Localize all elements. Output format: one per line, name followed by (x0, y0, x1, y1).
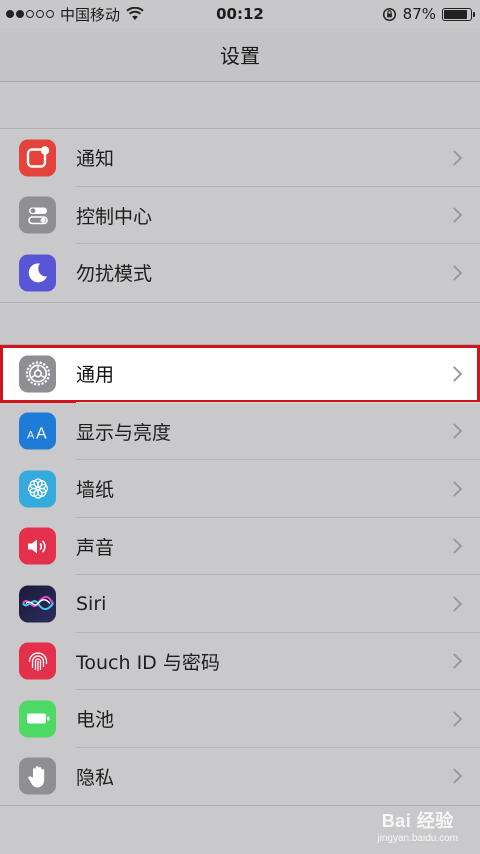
settings-item-touch-id-passcode[interactable]: Touch ID 与密码 (0, 633, 480, 690)
chevron-right-icon (446, 538, 463, 555)
moon-icon (19, 254, 56, 292)
display-brightness-icon: A A (19, 412, 56, 450)
battery-icon (19, 700, 56, 738)
settings-item-label: 控制中心 (76, 205, 153, 228)
fingerprint-icon (19, 642, 56, 680)
baidu-jingyan-watermark: Bai 经验 jingyan.baidu.com (377, 807, 458, 844)
control-center-icon (19, 196, 56, 234)
speaker-icon (19, 527, 56, 565)
chevron-right-icon (446, 149, 463, 166)
settings-item-do-not-disturb[interactable]: 勿扰模式 (0, 244, 480, 302)
svg-text:A: A (27, 429, 35, 441)
watermark-main: Bai 经验 (381, 811, 454, 831)
settings-screen: 中国移动 00:12 87% 设置 通知 控制中心 勿扰模式 通用 A A 显示… (0, 0, 480, 854)
settings-item-general[interactable]: 通用 (0, 345, 480, 403)
bottom-spacer: Bai 经验 jingyan.baidu.com (0, 808, 480, 854)
settings-item-label: 通知 (76, 148, 115, 171)
chevron-right-icon (446, 768, 463, 785)
chevron-right-icon (446, 365, 463, 382)
settings-item-label: Touch ID 与密码 (76, 651, 220, 674)
gear-icon (19, 355, 56, 393)
signal-strength-icon (6, 10, 54, 18)
carrier-name: 中国移动 (60, 5, 121, 24)
settings-item-label: 隐私 (76, 766, 115, 789)
page-title: 设置 (220, 44, 260, 68)
status-bar: 中国移动 00:12 87% (0, 0, 480, 28)
settings-item-wallpaper[interactable]: 墙纸 (0, 460, 480, 518)
chevron-right-icon (446, 480, 463, 497)
settings-item-label: 墙纸 (76, 479, 115, 502)
settings-item-sounds[interactable]: 声音 (0, 518, 480, 575)
status-right: 87% (382, 5, 475, 23)
settings-item-battery[interactable]: 电池 (0, 690, 480, 748)
settings-item-control-center[interactable]: 控制中心 (0, 187, 480, 244)
battery-fill (444, 9, 467, 19)
hand-icon (19, 757, 56, 795)
siri-icon (19, 585, 56, 623)
chevron-right-icon (446, 710, 463, 727)
settings-item-label: 勿扰模式 (76, 263, 153, 286)
settings-item-privacy[interactable]: 隐私 (0, 748, 480, 806)
battery-indicator-icon (442, 7, 475, 21)
settings-item-label: 声音 (76, 536, 115, 559)
chevron-right-icon (446, 595, 463, 612)
rotation-lock-icon (382, 7, 396, 21)
settings-item-label: 显示与亮度 (76, 421, 172, 444)
wallpaper-icon (19, 470, 56, 508)
notifications-icon (19, 139, 56, 177)
battery-percent: 87% (402, 5, 436, 23)
settings-item-display-brightness[interactable]: A A 显示与亮度 (0, 403, 480, 460)
wifi-icon (126, 7, 144, 20)
status-left: 中国移动 (6, 4, 144, 25)
chevron-right-icon (446, 653, 463, 670)
settings-group-2: 通用 A A 显示与亮度 墙纸 声音 Siri Touch ID 与密码 电池 … (0, 344, 480, 806)
settings-item-label: 通用 (76, 364, 115, 387)
navigation-bar: 设置 (0, 28, 480, 82)
watermark-sub: jingyan.baidu.com (377, 833, 458, 844)
chevron-right-icon (446, 207, 463, 224)
settings-item-label: 电池 (76, 709, 115, 732)
chevron-right-icon (446, 264, 463, 281)
svg-text:A: A (36, 425, 47, 442)
settings-item-notifications[interactable]: 通知 (0, 129, 480, 187)
chevron-right-icon (446, 423, 463, 440)
settings-group-1: 通知 控制中心 勿扰模式 (0, 128, 480, 303)
settings-item-siri[interactable]: Siri (0, 575, 480, 633)
settings-item-label: Siri (76, 592, 107, 615)
